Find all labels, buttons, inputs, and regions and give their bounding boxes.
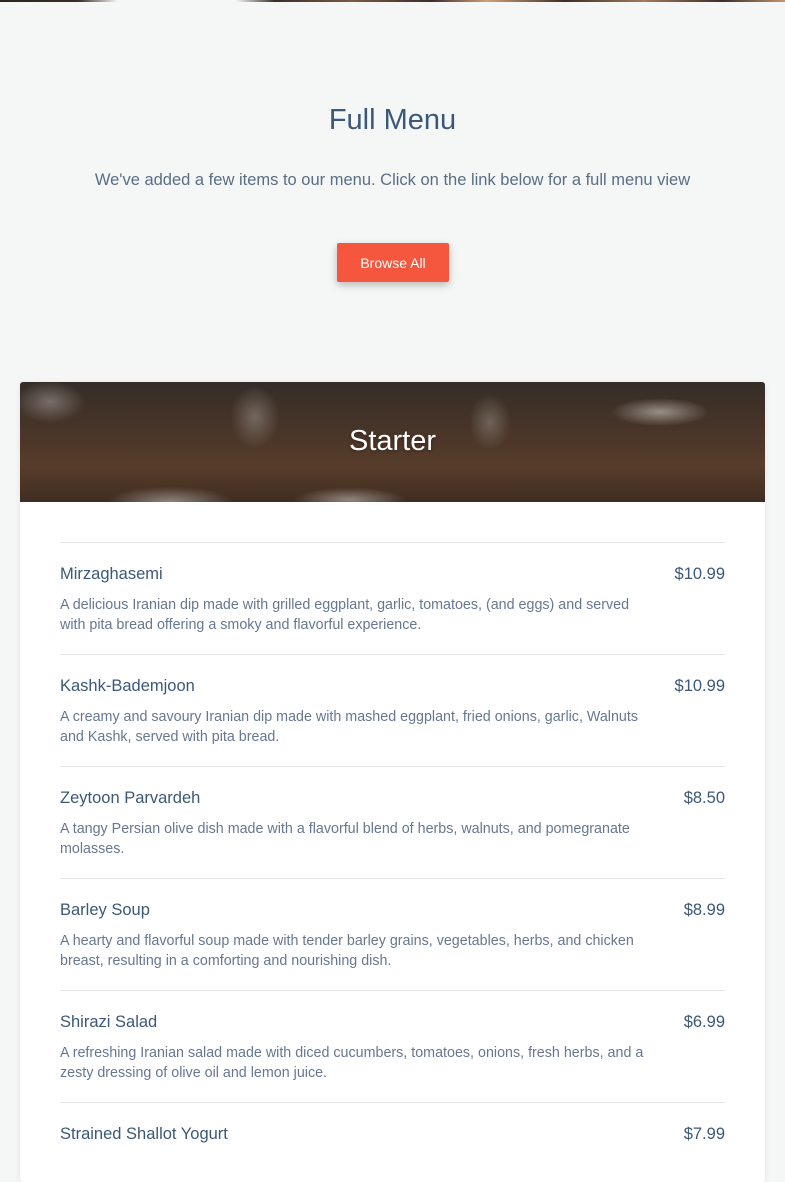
page-title: Full Menu [328, 104, 457, 136]
menu-item-name: Kashk-Bademjoon [60, 677, 195, 695]
menu-item-name: Mirzaghasemi [60, 565, 163, 583]
menu-item-price: $8.50 [683, 789, 725, 807]
menu-item-description: A tangy Persian olive dish made with a f… [60, 821, 630, 857]
menu-item-description: A refreshing Iranian salad made with dic… [60, 1045, 644, 1081]
menu-item: Mirzaghasemi $10.99 A delicious Iranian … [60, 542, 725, 654]
menu-item: Strained Shallot Yogurt $7.99 [60, 1102, 725, 1182]
menu-item: Kashk-Bademjoon $10.99 A creamy and savo… [60, 654, 725, 766]
menu-item: Barley Soup $8.99 A hearty and flavorful… [60, 878, 725, 990]
menu-item-name: Shirazi Salad [60, 1013, 158, 1031]
menu-item-price: $7.99 [683, 1125, 725, 1143]
menu-item-price: $10.99 [674, 565, 725, 583]
menu-item: Zeytoon Parvardeh $8.50 A tangy Persian … [60, 766, 725, 878]
menu-item-name: Zeytoon Parvardeh [60, 789, 201, 807]
intro-subtitle: We've added a few items to our menu. Cli… [94, 171, 691, 189]
menu-list: Mirzaghasemi $10.99 A delicious Iranian … [60, 542, 725, 1182]
menu-item-description: A delicious Iranian dip made with grille… [60, 597, 630, 633]
browse-all-button[interactable]: Browse All [337, 243, 449, 282]
menu-item-price: $6.99 [683, 1013, 725, 1031]
menu-card-starter: Starter Mirzaghasemi $10.99 A delicious … [20, 382, 765, 1182]
menu-item: Shirazi Salad $6.99 A refreshing Iranian… [60, 990, 725, 1102]
section-banner-image: Starter [20, 382, 765, 502]
menu-item-price: $8.99 [683, 901, 725, 919]
menu-item-price: $10.99 [674, 677, 725, 695]
hero-image-bottom-edge [0, 0, 785, 2]
menu-item-name: Barley Soup [60, 901, 150, 919]
menu-item-description: A hearty and flavorful soup made with te… [60, 933, 634, 969]
menu-item-name: Strained Shallot Yogurt [60, 1125, 228, 1143]
section-title: Starter [348, 425, 437, 457]
menu-item-description: A creamy and savoury Iranian dip made wi… [60, 709, 639, 745]
